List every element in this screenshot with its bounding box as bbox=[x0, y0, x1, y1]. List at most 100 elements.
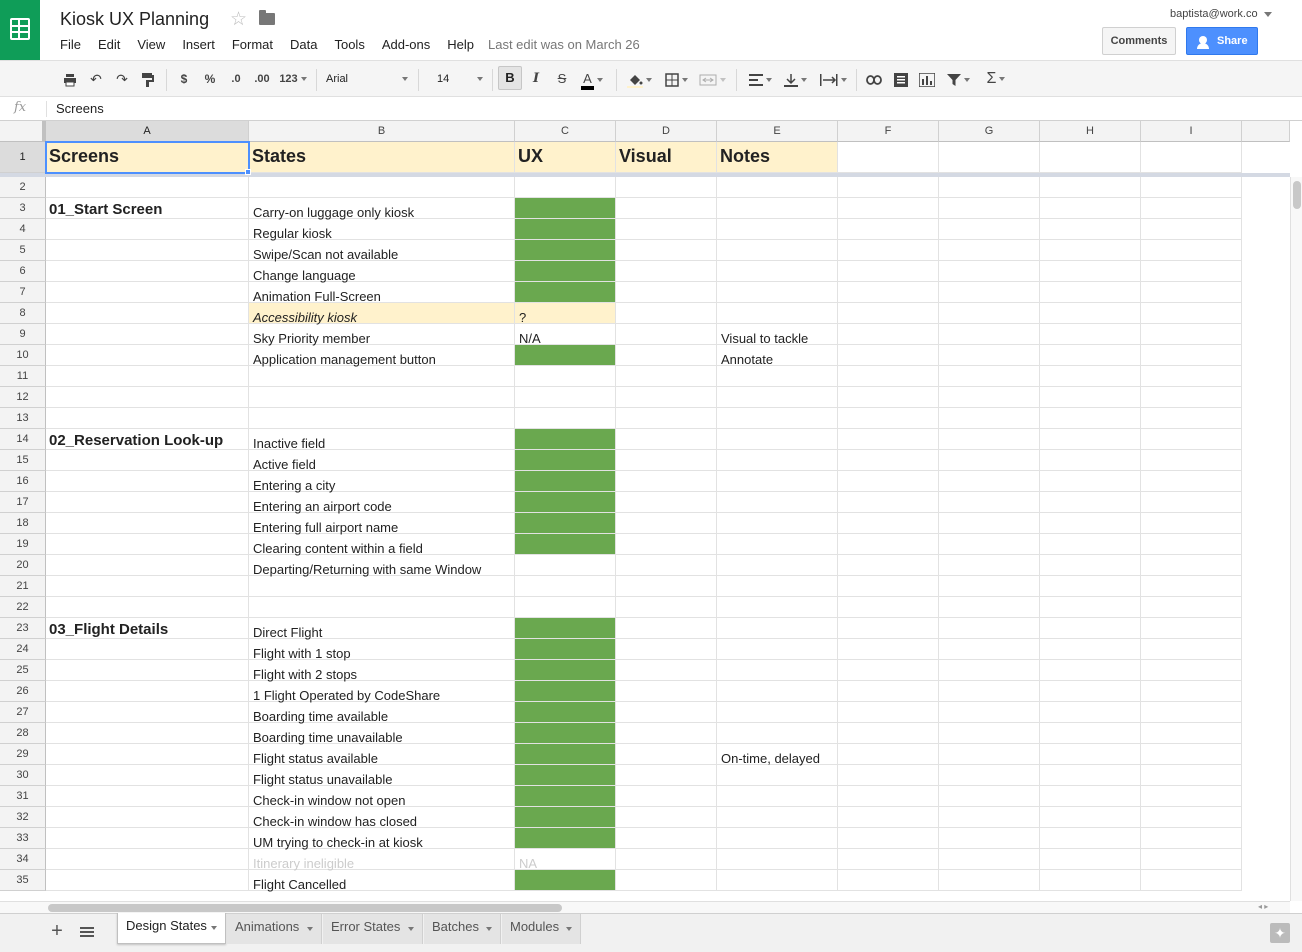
cell-b[interactable]: Sky Priority member bbox=[249, 324, 515, 346]
cell-d[interactable] bbox=[616, 765, 717, 786]
row-header[interactable]: 21 bbox=[0, 576, 46, 597]
cell[interactable] bbox=[838, 198, 939, 219]
cell[interactable] bbox=[939, 492, 1040, 513]
ux-status-cell[interactable] bbox=[515, 786, 616, 807]
cell[interactable] bbox=[1141, 618, 1242, 639]
paint-format-icon[interactable] bbox=[138, 61, 158, 97]
undo-icon[interactable]: ↶ bbox=[86, 61, 106, 97]
cell[interactable] bbox=[838, 723, 939, 744]
ux-status-cell[interactable] bbox=[515, 639, 616, 660]
sheets-logo-icon[interactable] bbox=[0, 0, 40, 60]
cell-b[interactable]: UM trying to check-in at kiosk bbox=[249, 828, 515, 850]
ux-status-cell[interactable] bbox=[515, 534, 616, 555]
fill-color-icon[interactable] bbox=[624, 61, 654, 97]
cell[interactable] bbox=[838, 366, 939, 387]
cell[interactable] bbox=[1141, 702, 1242, 723]
cell-e[interactable] bbox=[717, 177, 838, 198]
account-dropdown-icon[interactable] bbox=[1264, 12, 1272, 17]
cell[interactable] bbox=[1141, 513, 1242, 534]
cell-a[interactable] bbox=[46, 408, 249, 429]
folder-icon[interactable] bbox=[259, 10, 275, 25]
cell[interactable] bbox=[838, 828, 939, 849]
cell-a[interactable] bbox=[46, 870, 249, 891]
cell[interactable] bbox=[1141, 639, 1242, 660]
tab-menu-icon[interactable] bbox=[408, 927, 414, 931]
cell-e[interactable] bbox=[717, 471, 838, 492]
cell[interactable] bbox=[838, 408, 939, 429]
menu-insert[interactable]: Insert bbox=[182, 37, 215, 52]
ux-status-cell[interactable] bbox=[515, 429, 616, 450]
cell[interactable] bbox=[838, 576, 939, 597]
cell[interactable] bbox=[939, 282, 1040, 303]
cell[interactable] bbox=[1040, 807, 1141, 828]
increase-decimal-button[interactable]: .00 bbox=[251, 61, 273, 97]
italic-button[interactable]: I bbox=[526, 61, 546, 97]
vertical-align-icon[interactable] bbox=[781, 61, 809, 97]
cell[interactable] bbox=[1040, 366, 1141, 387]
cell-b[interactable]: Flight with 2 stops bbox=[249, 660, 515, 682]
frozen-row-divider[interactable] bbox=[0, 173, 1290, 177]
menu-edit[interactable]: Edit bbox=[98, 37, 120, 52]
redo-icon[interactable]: ↷ bbox=[112, 61, 132, 97]
cell-c[interactable] bbox=[515, 177, 616, 198]
cell-b[interactable]: Animation Full-Screen bbox=[249, 282, 515, 304]
menu-format[interactable]: Format bbox=[232, 37, 273, 52]
cell-d[interactable] bbox=[616, 534, 717, 555]
row-header[interactable]: 3 bbox=[0, 198, 46, 219]
cell-a[interactable] bbox=[46, 219, 249, 240]
row-header[interactable]: 28 bbox=[0, 723, 46, 744]
cell-d[interactable] bbox=[616, 786, 717, 807]
cell-e[interactable] bbox=[717, 702, 838, 723]
cell-e[interactable] bbox=[717, 597, 838, 618]
cell[interactable] bbox=[1040, 177, 1141, 198]
cell[interactable] bbox=[838, 282, 939, 303]
cell[interactable] bbox=[939, 744, 1040, 765]
cell-a[interactable] bbox=[46, 597, 249, 618]
cell-b[interactable]: Entering an airport code bbox=[249, 492, 515, 514]
cell[interactable] bbox=[939, 849, 1040, 870]
cell[interactable] bbox=[1141, 219, 1242, 240]
menu-tools[interactable]: Tools bbox=[334, 37, 364, 52]
menu-data[interactable]: Data bbox=[290, 37, 317, 52]
cell-b[interactable]: Direct Flight bbox=[249, 618, 515, 640]
cell-d[interactable] bbox=[616, 471, 717, 492]
cell[interactable] bbox=[939, 324, 1040, 345]
cell-d[interactable] bbox=[616, 681, 717, 702]
cell[interactable] bbox=[1141, 534, 1242, 555]
cell[interactable] bbox=[939, 450, 1040, 471]
cell[interactable] bbox=[1040, 597, 1141, 618]
cell-a[interactable] bbox=[46, 744, 249, 765]
cell[interactable] bbox=[939, 555, 1040, 576]
cell-b[interactable]: Change language bbox=[249, 261, 515, 283]
cell-e[interactable] bbox=[717, 618, 838, 639]
row-header[interactable]: 12 bbox=[0, 387, 46, 408]
formula-input[interactable]: Screens bbox=[56, 101, 104, 116]
cell[interactable] bbox=[838, 219, 939, 240]
menu-help[interactable]: Help bbox=[447, 37, 474, 52]
cell-d[interactable] bbox=[616, 366, 717, 387]
row-header[interactable]: 4 bbox=[0, 219, 46, 240]
cell[interactable] bbox=[1141, 240, 1242, 261]
cell[interactable] bbox=[939, 681, 1040, 702]
horizontal-align-icon[interactable] bbox=[744, 61, 776, 97]
section-title-cell[interactable]: 03_Flight Details bbox=[46, 618, 249, 639]
cell[interactable] bbox=[1040, 534, 1141, 555]
cell-e[interactable] bbox=[717, 786, 838, 807]
cell-a[interactable] bbox=[46, 471, 249, 492]
cell-a[interactable] bbox=[46, 639, 249, 660]
cell-a[interactable] bbox=[46, 387, 249, 408]
cell[interactable] bbox=[939, 639, 1040, 660]
ux-status-cell[interactable] bbox=[515, 807, 616, 828]
cell[interactable] bbox=[939, 142, 1040, 173]
cell[interactable] bbox=[1141, 723, 1242, 744]
cell-e[interactable] bbox=[717, 681, 838, 702]
ux-status-cell[interactable] bbox=[515, 492, 616, 513]
menu-addons[interactable]: Add-ons bbox=[382, 37, 430, 52]
account-email[interactable]: baptista@work.co bbox=[1170, 8, 1258, 20]
cell[interactable] bbox=[939, 345, 1040, 366]
column-header-d[interactable]: D bbox=[616, 121, 717, 142]
column-header-e[interactable]: E bbox=[717, 121, 838, 142]
cell[interactable] bbox=[838, 870, 939, 891]
cell[interactable] bbox=[1040, 702, 1141, 723]
cell-b[interactable] bbox=[249, 387, 515, 408]
